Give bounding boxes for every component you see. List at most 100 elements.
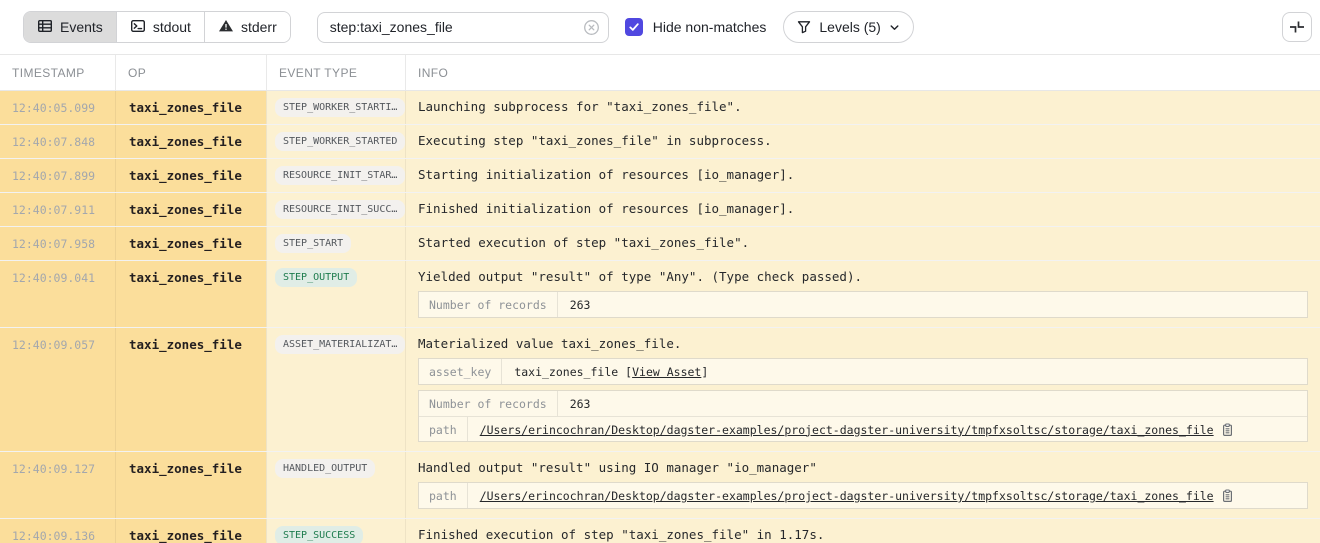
metadata-value: /Users/erincochran/Desktop/dagster-examp… (468, 417, 1246, 441)
chevron-down-icon (889, 22, 900, 33)
row-op: taxi_zones_file (115, 159, 266, 192)
metadata-value-text: 263 (570, 397, 591, 411)
events-table-icon (37, 18, 53, 37)
row-info: Started execution of step "taxi_zones_fi… (405, 227, 1320, 260)
log-toolbar: Events stdout stderr Hide non-matches (0, 0, 1320, 54)
tab-events-label: Events (60, 19, 103, 35)
row-info: Executing step "taxi_zones_file" in subp… (405, 125, 1320, 158)
row-timestamp: 12:40:07.958 (0, 227, 115, 260)
table-row[interactable]: 12:40:09.136taxi_zones_fileSTEP_SUCCESSF… (0, 519, 1320, 543)
row-timestamp: 12:40:09.127 (0, 452, 115, 518)
tab-stderr[interactable]: stderr (205, 12, 290, 42)
row-event-type: STEP_WORKER_STARTI… (266, 91, 405, 124)
row-info: Finished execution of step "taxi_zones_f… (405, 519, 1320, 543)
row-op: taxi_zones_file (115, 91, 266, 124)
collapse-panel-icon (1289, 19, 1305, 35)
bracket: ] (701, 365, 708, 379)
header-event-type: EVENT TYPE (266, 55, 405, 90)
event-type-chip: STEP_WORKER_STARTED (275, 132, 405, 151)
metadata-value: 263 (558, 292, 603, 317)
row-op: taxi_zones_file (115, 328, 266, 451)
table-row[interactable]: 12:40:07.848taxi_zones_fileSTEP_WORKER_S… (0, 125, 1320, 159)
metadata-value: 263 (558, 391, 603, 416)
event-type-chip: STEP_OUTPUT (275, 268, 357, 287)
info-text: Starting initialization of resources [io… (418, 167, 1308, 183)
levels-filter-button[interactable]: Levels (5) (783, 11, 913, 43)
row-timestamp: 12:40:09.041 (0, 261, 115, 327)
metadata-row: path/Users/erincochran/Desktop/dagster-e… (419, 483, 1307, 508)
table-row[interactable]: 12:40:07.899taxi_zones_fileRESOURCE_INIT… (0, 159, 1320, 193)
view-asset-link[interactable]: View Asset (632, 365, 701, 379)
tab-stdout-label: stdout (153, 19, 191, 35)
event-log-table: TIMESTAMP OP EVENT TYPE INFO 12:40:05.09… (0, 54, 1320, 543)
metadata-value: /Users/erincochran/Desktop/dagster-examp… (468, 483, 1246, 508)
metadata-label: Number of records (419, 391, 558, 416)
path-link[interactable]: /Users/erincochran/Desktop/dagster-examp… (480, 423, 1214, 437)
row-event-type: STEP_SUCCESS (266, 519, 405, 543)
row-info: Materialized value taxi_zones_file.asset… (405, 328, 1320, 451)
metadata-value-text: 263 (570, 298, 591, 312)
row-info: Yielded output "result" of type "Any". (… (405, 261, 1320, 327)
tab-stdout[interactable]: stdout (117, 12, 205, 42)
collapse-panel-button[interactable] (1282, 12, 1312, 42)
row-timestamp: 12:40:09.136 (0, 519, 115, 543)
path-link[interactable]: /Users/erincochran/Desktop/dagster-examp… (480, 489, 1214, 503)
row-timestamp: 12:40:07.899 (0, 159, 115, 192)
row-event-type: RESOURCE_INIT_STAR… (266, 159, 405, 192)
table-row[interactable]: 12:40:09.041taxi_zones_fileSTEP_OUTPUTYi… (0, 261, 1320, 328)
search-input[interactable] (330, 19, 583, 35)
info-text: Yielded output "result" of type "Any". (… (418, 269, 1308, 285)
copy-icon[interactable] (1221, 423, 1234, 437)
metadata-label: path (419, 483, 468, 508)
row-event-type: RESOURCE_INIT_SUCC… (266, 193, 405, 226)
filter-funnel-icon (797, 20, 811, 34)
header-timestamp: TIMESTAMP (0, 55, 115, 90)
metadata-value: taxi_zones_file [View Asset] (502, 359, 720, 384)
log-rows: 12:40:05.099taxi_zones_fileSTEP_WORKER_S… (0, 91, 1320, 543)
terminal-icon (130, 18, 146, 37)
copy-icon[interactable] (1221, 489, 1234, 503)
table-row[interactable]: 12:40:07.958taxi_zones_fileSTEP_STARTSta… (0, 227, 1320, 261)
row-event-type: STEP_WORKER_STARTED (266, 125, 405, 158)
metadata-label: asset_key (419, 359, 502, 384)
metadata-table: Number of records 263 (418, 291, 1308, 318)
event-type-chip: HANDLED_OUTPUT (275, 459, 375, 478)
metadata-table: asset_key taxi_zones_file [View Asset] (418, 358, 1308, 385)
row-info: Handled output "result" using IO manager… (405, 452, 1320, 518)
checkbox-checked[interactable] (625, 18, 643, 36)
table-row[interactable]: 12:40:07.911taxi_zones_fileRESOURCE_INIT… (0, 193, 1320, 227)
log-filter-searchbox (317, 12, 609, 43)
table-row[interactable]: 12:40:05.099taxi_zones_file STEP_WORKER_S… (0, 91, 1320, 125)
event-type-chip: STEP_START (275, 234, 351, 253)
row-event-type: STEP_START (266, 227, 405, 260)
warning-icon (218, 18, 234, 37)
info-text: Finished execution of step "taxi_zones_f… (418, 527, 1308, 543)
metadata-value-text: taxi_zones_file (514, 365, 618, 379)
table-header-row: TIMESTAMP OP EVENT TYPE INFO (0, 55, 1320, 91)
table-row[interactable]: 12:40:09.127taxi_zones_file HANDLED_OUTPU… (0, 452, 1320, 519)
hide-non-matches-toggle[interactable]: Hide non-matches (625, 18, 767, 36)
info-text: Started execution of step "taxi_zones_fi… (418, 235, 1308, 251)
row-event-type: HANDLED_OUTPUT (266, 452, 405, 518)
metadata-row: asset_key taxi_zones_file [View Asset] (419, 359, 1307, 384)
bracket-link-wrap: [View Asset] (625, 365, 708, 379)
row-timestamp: 12:40:05.099 (0, 91, 115, 124)
row-timestamp: 12:40:09.057 (0, 328, 115, 451)
metadata-table: Number of records263path/Users/erincochr… (418, 390, 1308, 442)
row-op: taxi_zones_file (115, 452, 266, 518)
header-info: INFO (405, 55, 1320, 90)
event-type-chip: ASSET_MATERIALIZAT… (275, 335, 405, 354)
tab-stderr-label: stderr (241, 19, 277, 35)
tab-events[interactable]: Events (24, 12, 117, 42)
event-type-chip: STEP_WORKER_STARTI… (275, 98, 405, 117)
info-text: Handled output "result" using IO manager… (418, 460, 1308, 476)
hide-non-matches-label: Hide non-matches (653, 19, 767, 35)
metadata-label: Number of records (419, 292, 558, 317)
info-text: Executing step "taxi_zones_file" in subp… (418, 133, 1308, 149)
info-text: Launching subprocess for "taxi_zones_fil… (418, 99, 1308, 115)
row-timestamp: 12:40:07.848 (0, 125, 115, 158)
clear-search-icon[interactable] (583, 19, 600, 36)
levels-button-label: Levels (5) (819, 19, 880, 35)
log-view-tabs: Events stdout stderr (23, 11, 291, 43)
table-row[interactable]: 12:40:09.057taxi_zones_fileASSET_MATERIA… (0, 328, 1320, 452)
